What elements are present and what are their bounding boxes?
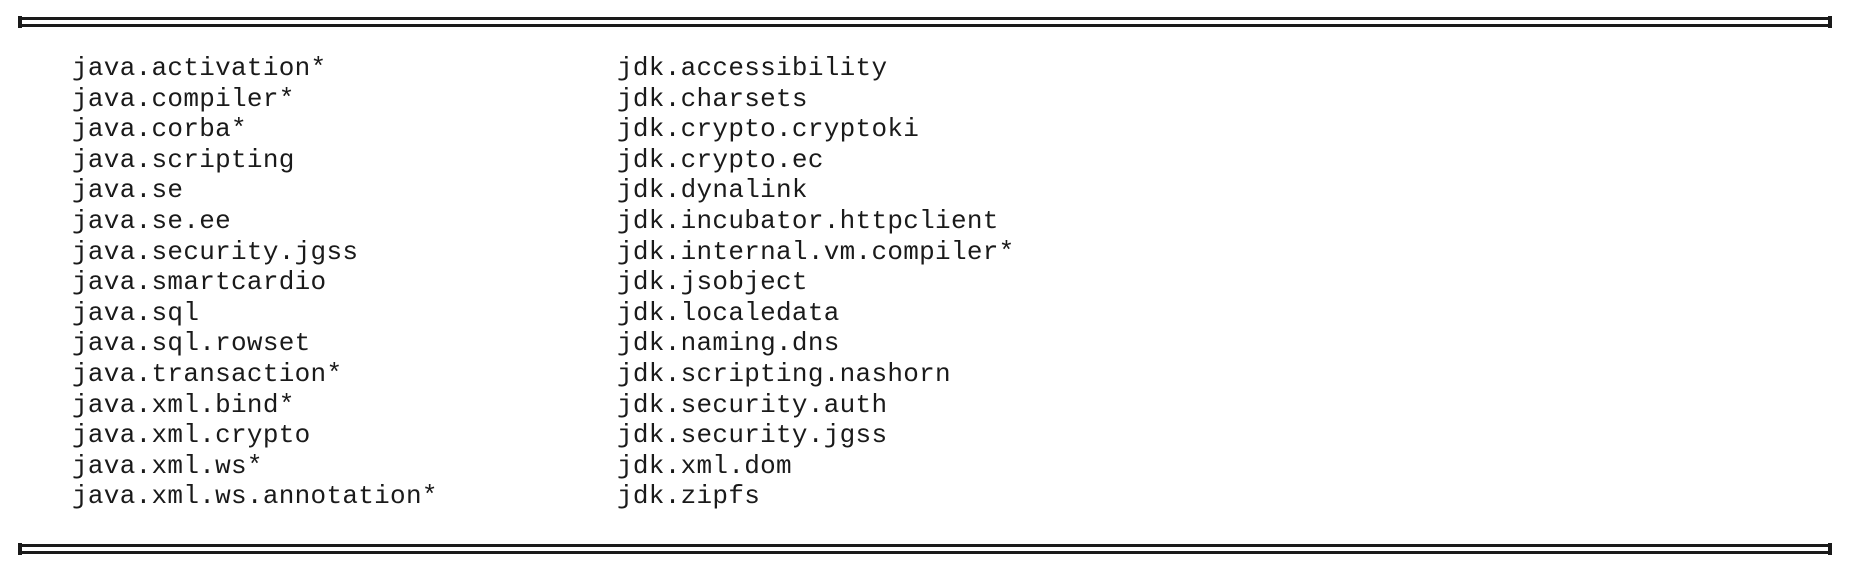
bottom-double-rule (18, 543, 1832, 555)
top-double-rule (18, 16, 1832, 28)
module-item: jdk.incubator.httpclient (617, 205, 999, 236)
module-item: java.compiler* (72, 83, 295, 114)
module-item: java.smartcardio (72, 267, 327, 298)
module-item: jdk.internal.vm.compiler* (617, 236, 1015, 267)
java-modules-list: java.activation* java.compiler* java.cor… (72, 53, 438, 512)
module-item: java.xml.crypto (72, 420, 311, 451)
module-item: jdk.scripting.nashorn (617, 358, 951, 389)
module-item: java.xml.ws* (72, 450, 263, 481)
rule-end-cap (1828, 16, 1832, 28)
module-item: jdk.charsets (617, 83, 808, 114)
module-item: jdk.zipfs (617, 481, 761, 512)
module-item: java.security.jgss (72, 236, 359, 267)
jdk-modules-list: jdk.accessibility jdk.charsets jdk.crypt… (617, 53, 1015, 512)
module-item: jdk.localedata (617, 297, 840, 328)
module-item: jdk.accessibility (617, 53, 888, 83)
module-item: jdk.dynalink (617, 175, 808, 206)
rule-line (18, 544, 1832, 547)
module-item: jdk.security.jgss (617, 420, 888, 451)
rule-line (18, 24, 1832, 27)
module-item: jdk.naming.dns (617, 328, 840, 359)
rule-end-cap (18, 543, 22, 555)
module-item: java.se (72, 175, 184, 206)
module-item: jdk.security.auth (617, 389, 888, 420)
module-item: jdk.xml.dom (617, 450, 792, 481)
module-item: jdk.crypto.cryptoki (617, 114, 920, 145)
module-item: jdk.jsobject (617, 267, 808, 298)
module-item: java.activation* (72, 53, 327, 83)
module-item: java.xml.ws.annotation* (72, 481, 438, 512)
module-item: java.sql.rowset (72, 328, 311, 359)
rule-line (18, 551, 1832, 554)
module-item: java.corba* (72, 114, 247, 145)
rule-line (18, 17, 1832, 20)
rule-end-cap (1828, 543, 1832, 555)
module-item: java.transaction* (72, 358, 343, 389)
module-item: java.xml.bind* (72, 389, 295, 420)
module-item: java.scripting (72, 144, 295, 175)
module-item: jdk.crypto.ec (617, 144, 824, 175)
module-item: java.sql (72, 297, 200, 328)
rule-end-cap (18, 16, 22, 28)
module-item: java.se.ee (72, 205, 232, 236)
